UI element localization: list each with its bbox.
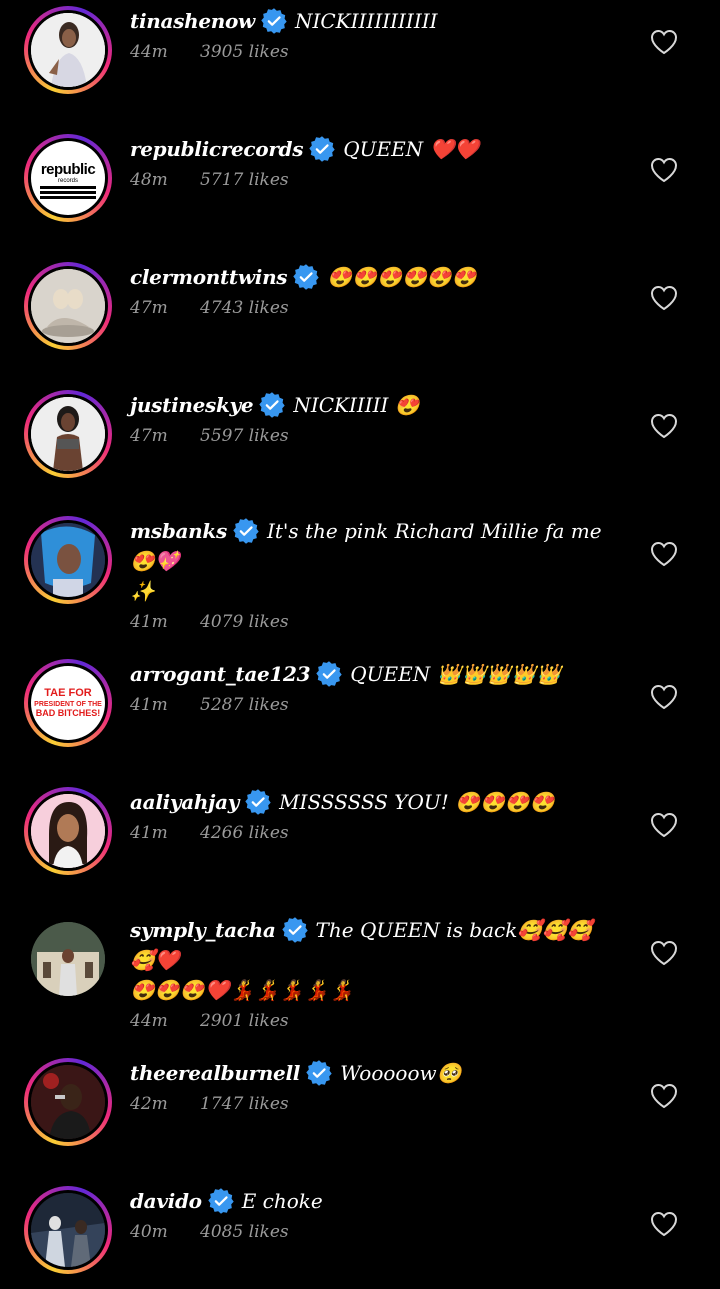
likes-count[interactable]: 4079 likes (200, 612, 289, 632)
comment-text: 😍😍😍😍😍😍 (327, 265, 477, 289)
likes-count[interactable]: 2901 likes (200, 1011, 289, 1031)
like-heart-icon[interactable] (650, 1083, 678, 1109)
avatar[interactable] (24, 516, 112, 604)
verified-badge-icon (306, 1060, 332, 1086)
like-heart-icon[interactable] (650, 413, 678, 439)
person-photo-icon (31, 1065, 105, 1139)
avatar[interactable] (24, 6, 112, 94)
verified-badge-icon (245, 789, 271, 815)
username[interactable]: symply_tacha (130, 918, 276, 942)
like-heart-icon[interactable] (650, 1211, 678, 1237)
avatar[interactable]: TAE FOR PRESIDENT OF THE BAD BITCHES! (24, 659, 112, 747)
verified-badge-icon (233, 518, 259, 544)
timestamp: 40m (130, 1222, 168, 1242)
person-photo-icon (31, 397, 105, 471)
like-heart-icon[interactable] (650, 157, 678, 183)
like-heart-icon[interactable] (650, 684, 678, 710)
person-photo-icon (31, 523, 105, 597)
person-photo-icon (31, 1193, 105, 1267)
comment-text: E choke (241, 1189, 323, 1213)
tae-avatar-line3: BAD BITCHES! (35, 708, 101, 718)
verified-badge-icon (282, 917, 308, 943)
likes-count[interactable]: 3905 likes (200, 42, 289, 62)
avatar[interactable] (24, 390, 112, 478)
like-heart-icon[interactable] (650, 541, 678, 567)
likes-count[interactable]: 5597 likes (200, 426, 289, 446)
person-illustration-icon (31, 794, 105, 868)
likes-count[interactable]: 5287 likes (200, 695, 289, 715)
person-photo-icon (31, 13, 105, 87)
timestamp: 41m (130, 695, 168, 715)
person-photo-icon (31, 922, 105, 996)
comment-text: Wooooow🥺 (340, 1061, 462, 1085)
comment-text: QUEEN 👑👑👑👑👑 (350, 662, 562, 686)
likes-count[interactable]: 1747 likes (200, 1094, 289, 1114)
tae-avatar-line2: PRESIDENT OF THE (34, 701, 102, 708)
like-heart-icon[interactable] (650, 940, 678, 966)
like-heart-icon[interactable] (650, 812, 678, 838)
verified-badge-icon (208, 1188, 234, 1214)
timestamp: 44m (130, 1011, 168, 1031)
comment-text-line2: 😍😍😍❤️💃💃💃💃💃 (130, 978, 355, 1002)
like-heart-icon[interactable] (650, 29, 678, 55)
verified-badge-icon (316, 661, 342, 687)
username[interactable]: arrogant_tae123 (130, 662, 311, 686)
username[interactable]: msbanks (130, 519, 227, 543)
likes-count[interactable]: 4085 likes (200, 1222, 289, 1242)
avatar[interactable] (24, 262, 112, 350)
username[interactable]: clermonttwins (130, 265, 288, 289)
comment-text: NICKIIIIIIIIIII (294, 9, 438, 33)
verified-badge-icon (261, 8, 287, 34)
tae-avatar-line1: TAE FOR (44, 687, 92, 699)
username[interactable]: davido (130, 1189, 202, 1213)
timestamp: 48m (130, 170, 168, 190)
timestamp: 41m (130, 612, 168, 632)
username[interactable]: tinashenow (130, 9, 255, 33)
comment-text: MISSSSSS YOU! 😍😍😍😍 (279, 790, 555, 814)
avatar[interactable] (24, 787, 112, 875)
avatar[interactable] (24, 1186, 112, 1274)
person-photo-icon (31, 269, 105, 343)
timestamp: 42m (130, 1094, 168, 1114)
avatar[interactable] (24, 915, 112, 1003)
verified-badge-icon (309, 136, 335, 162)
like-heart-icon[interactable] (650, 285, 678, 311)
comment-text: NICKIIIII 😍 (293, 393, 420, 417)
username[interactable]: republicrecords (130, 137, 304, 161)
verified-badge-icon (293, 264, 319, 290)
timestamp: 44m (130, 42, 168, 62)
comment-text: QUEEN ❤️❤️ (343, 137, 480, 161)
likes-count[interactable]: 5717 likes (200, 170, 289, 190)
timestamp: 41m (130, 823, 168, 843)
avatar[interactable] (24, 1058, 112, 1146)
verified-badge-icon (259, 392, 285, 418)
likes-count[interactable]: 4743 likes (200, 298, 289, 318)
username[interactable]: aaliyahjay (130, 790, 239, 814)
timestamp: 47m (130, 298, 168, 318)
comments-list: tinashenow NICKIIIIIIIIIII 44m 3905 likes … (0, 0, 720, 1289)
timestamp: 47m (130, 426, 168, 446)
username[interactable]: theerealburnell (130, 1061, 300, 1085)
username[interactable]: justineskye (130, 393, 254, 417)
comment-text-line2: ✨ (130, 579, 155, 603)
republic-logo-word: republic (40, 161, 96, 178)
avatar[interactable]: republic records (24, 134, 112, 222)
republic-logo-sub: records (57, 178, 78, 184)
likes-count[interactable]: 4266 likes (200, 823, 289, 843)
